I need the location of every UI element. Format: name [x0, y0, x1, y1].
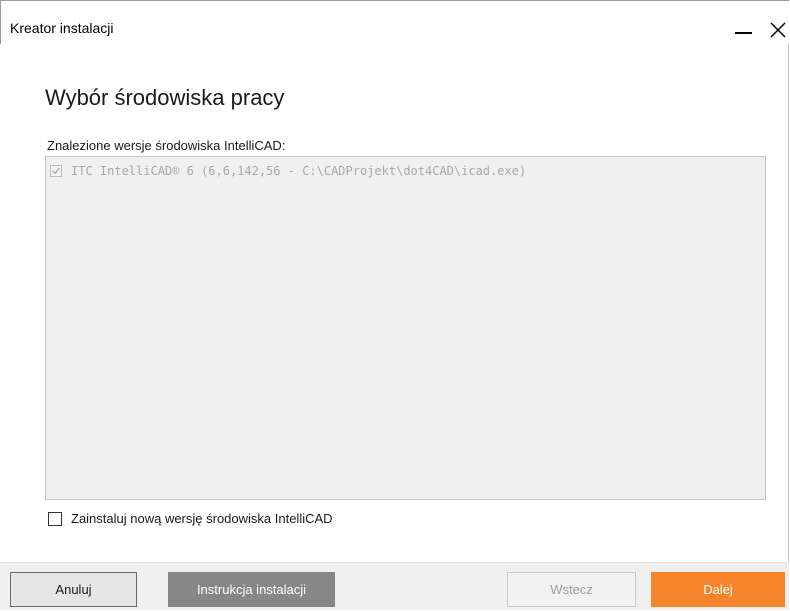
environments-label: Znalezione wersje środowiska IntelliCAD:	[47, 138, 286, 153]
cancel-button[interactable]: Anuluj	[10, 572, 137, 607]
title-bar: Kreator instalacji	[0, 0, 789, 44]
back-button[interactable]: Wstecz	[507, 572, 636, 607]
list-item: ITC IntelliCAD® 6 (6,6,142,56 - C:\CADPr…	[50, 163, 526, 179]
checkmark-icon	[52, 167, 61, 175]
checkbox-checked-disabled	[50, 165, 62, 177]
installation-guide-button[interactable]: Instrukcja instalacji	[168, 572, 335, 607]
window-title: Kreator instalacji	[10, 20, 114, 36]
minimize-icon	[734, 32, 752, 34]
close-button[interactable]	[763, 15, 790, 45]
next-button[interactable]: Dalej	[651, 572, 785, 607]
install-new-label[interactable]: Zainstaluj nową wersję środowiska Intell…	[71, 511, 333, 526]
installer-window: Kreator instalacji Wybór środowiska prac…	[0, 0, 789, 610]
minimize-button[interactable]	[728, 15, 758, 45]
environments-list[interactable]: ITC IntelliCAD® 6 (6,6,142,56 - C:\CADPr…	[45, 156, 766, 500]
install-new-option[interactable]: Zainstaluj nową wersję środowiska Intell…	[48, 511, 333, 526]
install-new-checkbox[interactable]	[48, 511, 62, 526]
close-icon	[770, 22, 786, 38]
environment-entry-text: ITC IntelliCAD® 6 (6,6,142,56 - C:\CADPr…	[71, 164, 527, 178]
page-title: Wybór środowiska pracy	[45, 85, 285, 110]
